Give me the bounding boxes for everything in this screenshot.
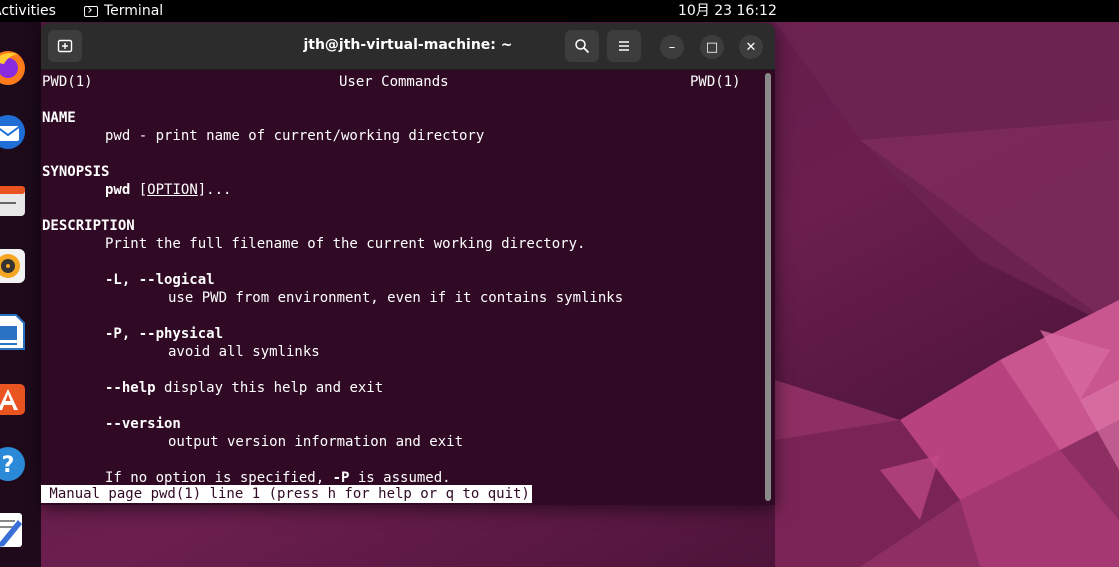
synopsis-bracket: [ xyxy=(138,182,148,198)
svg-text:?: ? xyxy=(2,453,15,478)
clock[interactable]: 10月 23 16:12 xyxy=(678,0,777,22)
software-icon[interactable] xyxy=(0,378,28,418)
default-note-post: is assumed. xyxy=(349,470,451,486)
search-button[interactable] xyxy=(565,30,599,62)
files-icon[interactable] xyxy=(0,180,28,220)
app-menu[interactable]: Terminal xyxy=(84,0,163,22)
section-name-heading: NAME xyxy=(42,110,76,126)
option-version-description: output version information and exit xyxy=(168,434,464,450)
rhythmbox-icon[interactable] xyxy=(0,246,28,286)
search-icon xyxy=(575,39,590,54)
option-logical: -L, --logical xyxy=(105,272,215,288)
close-icon: ✕ xyxy=(745,39,757,55)
section-synopsis-heading: SYNOPSIS xyxy=(42,164,110,180)
terminal-window: jth@jth-virtual-machine: ~ – □ ✕ PWD(1) … xyxy=(41,23,775,505)
window-header-bar[interactable]: jth@jth-virtual-machine: ~ – □ ✕ xyxy=(41,23,775,70)
synopsis-command: pwd xyxy=(105,182,131,198)
terminal-scrollbar[interactable] xyxy=(765,73,771,501)
thunderbird-icon[interactable] xyxy=(0,112,28,152)
minimize-icon: – xyxy=(668,39,676,55)
maximize-icon: □ xyxy=(705,39,719,55)
name-description: pwd - print name of current/working dire… xyxy=(105,128,485,144)
maximize-button[interactable]: □ xyxy=(700,35,724,59)
section-description-heading: DESCRIPTION xyxy=(42,218,135,234)
man-header-center: User Commands xyxy=(339,74,449,90)
text-editor-icon[interactable] xyxy=(0,510,28,550)
synopsis-line: pwd [OPTION]... xyxy=(105,181,231,199)
hamburger-menu-icon xyxy=(619,41,629,51)
option-physical-description: avoid all symlinks xyxy=(168,344,320,360)
terminal-output[interactable]: PWD(1) User Commands PWD(1) NAME pwd - p… xyxy=(41,73,761,503)
option-version: --version xyxy=(105,416,181,432)
top-bar: Activities Terminal 10月 23 16:12 xyxy=(0,0,1119,22)
menu-button[interactable] xyxy=(607,30,641,62)
minimize-button[interactable]: – xyxy=(660,35,684,59)
dock: ? xyxy=(0,22,41,567)
option-logical-description: use PWD from environment, even if it con… xyxy=(168,290,624,306)
pager-status-line: Manual page pwd(1) line 1 (press h for h… xyxy=(41,485,532,503)
app-menu-label: Terminal xyxy=(104,3,164,19)
close-button[interactable]: ✕ xyxy=(739,35,763,59)
terminal-app-icon xyxy=(84,5,98,17)
option-physical: -P, --physical xyxy=(105,326,224,342)
activities-button[interactable]: Activities xyxy=(0,0,56,22)
writer-icon[interactable] xyxy=(0,312,28,352)
firefox-icon[interactable] xyxy=(0,48,28,88)
man-header-left: PWD(1) xyxy=(42,74,93,90)
option-help-description: display this help and exit xyxy=(155,380,384,396)
option-help: --help xyxy=(105,380,156,396)
help-icon[interactable]: ? xyxy=(0,444,28,484)
default-note-pre: If no option is specified, xyxy=(105,470,333,486)
default-note-flag: -P xyxy=(332,470,350,486)
desktop: Activities Terminal 10月 23 16:12 ? xyxy=(0,0,1119,567)
description-text: Print the full filename of the current w… xyxy=(105,236,586,252)
synopsis-rest: ]... xyxy=(197,182,232,198)
option-help-line: --help display this help and exit xyxy=(105,379,383,397)
man-header-right: PWD(1) xyxy=(690,74,741,90)
synopsis-option: OPTION xyxy=(147,182,198,198)
